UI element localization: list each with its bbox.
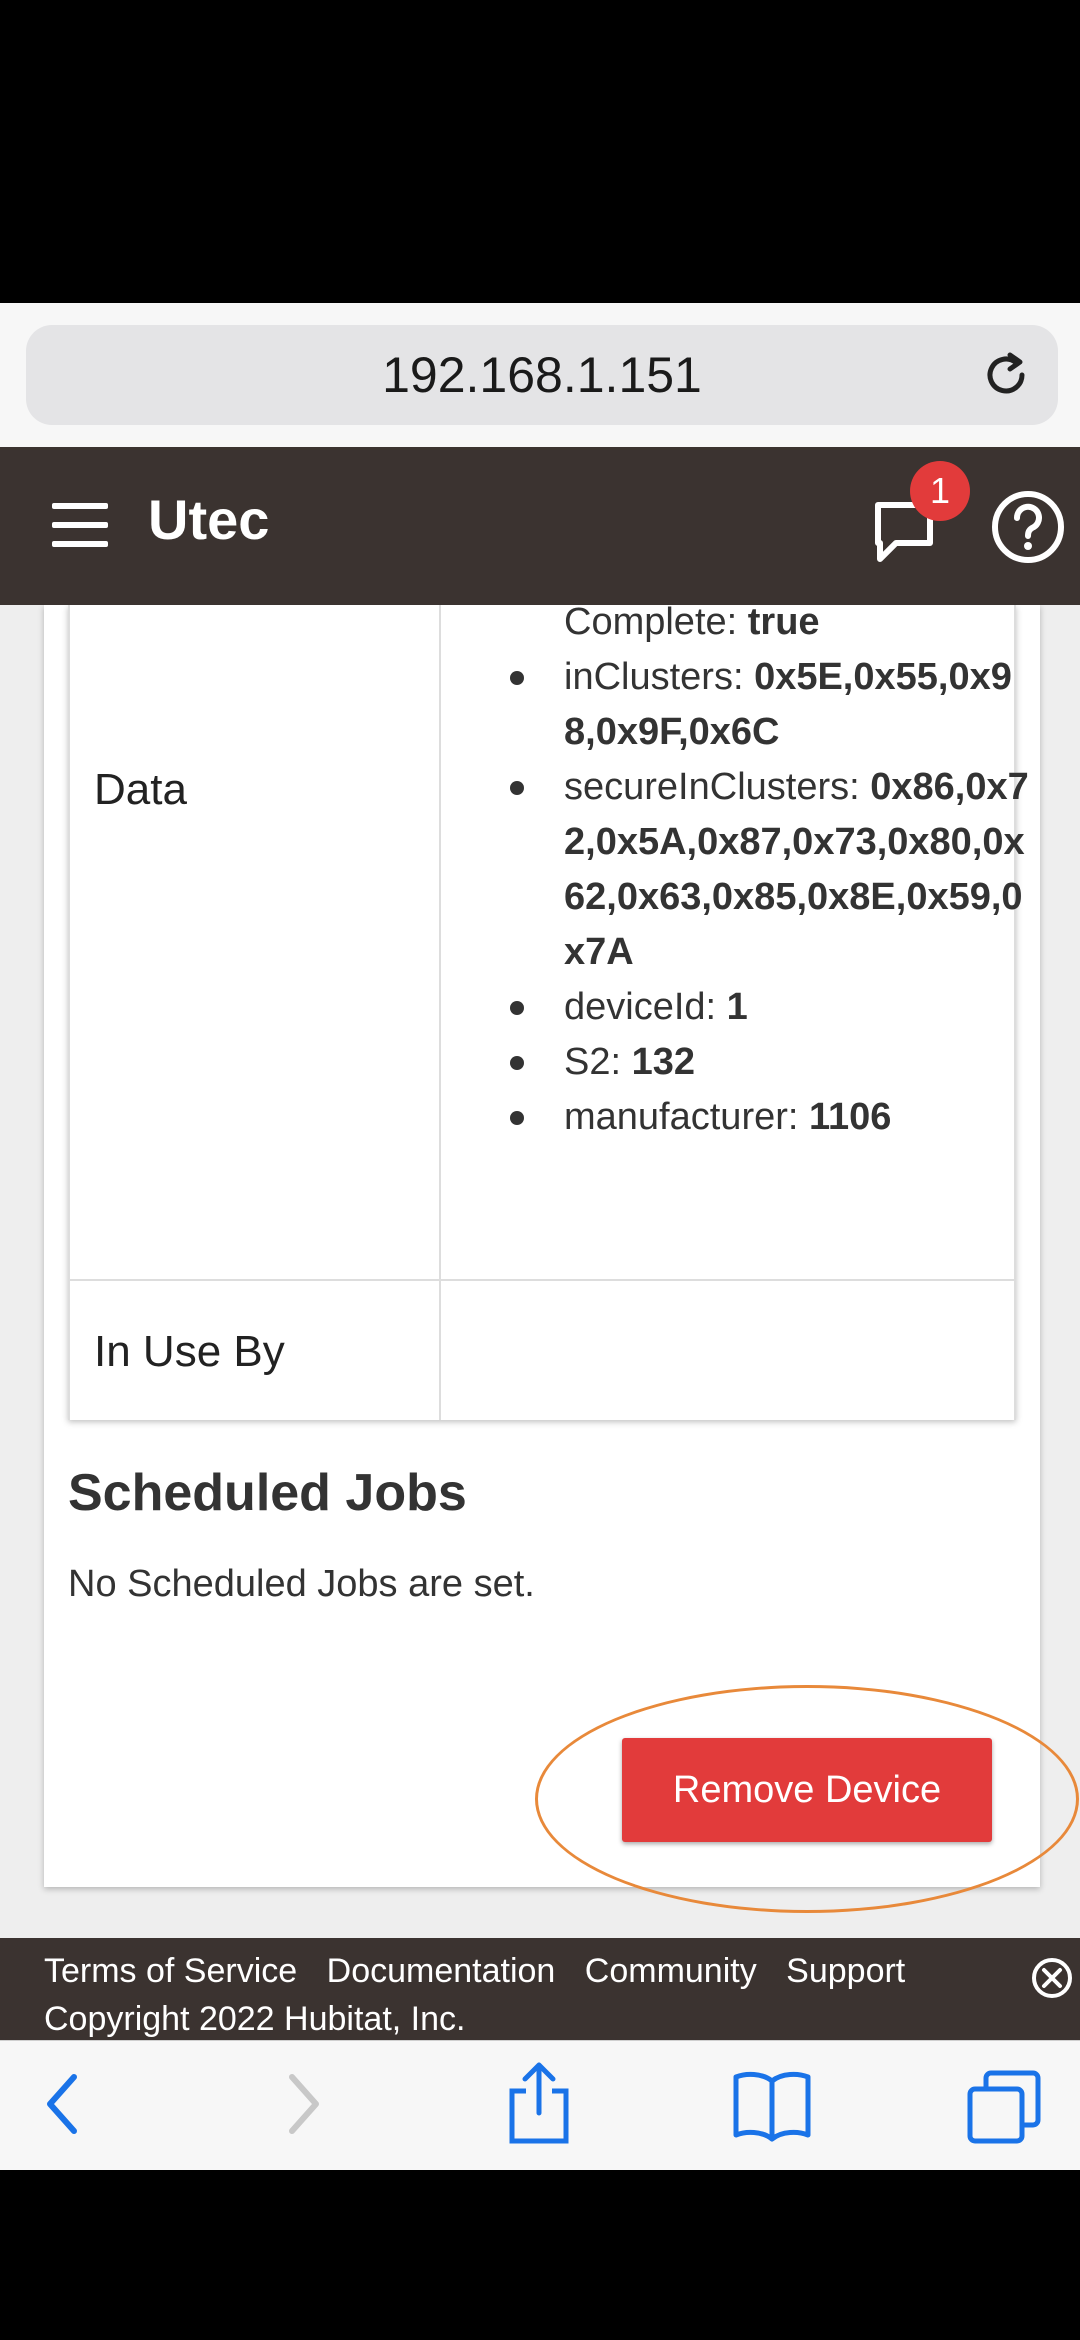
bullet-icon — [510, 1001, 524, 1015]
tabs-icon[interactable] — [966, 2069, 1042, 2145]
data-key: manufacturer: — [564, 1096, 809, 1138]
browser-toolbar — [0, 2040, 1080, 2170]
footer-link-support[interactable]: Support — [786, 1952, 905, 1990]
bullet-icon — [510, 1056, 524, 1070]
footer: Terms of Service Documentation Community… — [0, 1938, 1080, 2040]
data-key: inClusters: — [564, 656, 755, 698]
data-label: Data — [94, 765, 187, 814]
footer-link-terms[interactable]: Terms of Service — [44, 1952, 297, 1990]
data-list-item: inClusters: 0x5E,0x55,0x98,0x9F,0x6C — [510, 650, 1030, 760]
home-indicator-area — [0, 2170, 1080, 2340]
bullet-icon — [510, 781, 524, 795]
data-key: deviceId: — [564, 986, 727, 1028]
bullet-icon — [510, 671, 524, 685]
app-header: Utec 1 — [0, 447, 1080, 605]
table-row-in-use-by: In Use By — [68, 1281, 1016, 1420]
data-value: true — [747, 605, 820, 643]
data-value: 132 — [631, 1041, 696, 1083]
bullet-icon — [510, 1111, 524, 1125]
device-card: Data Complete: true inClusters: 0x5E,0x55… — [44, 605, 1040, 1887]
footer-link-community[interactable]: Community — [585, 1952, 757, 1990]
bookmarks-icon[interactable] — [732, 2069, 812, 2143]
forward-icon[interactable] — [282, 2069, 326, 2139]
share-icon[interactable] — [506, 2061, 572, 2145]
back-icon[interactable] — [40, 2069, 84, 2139]
scheduled-jobs-text: No Scheduled Jobs are set. — [68, 1563, 535, 1605]
scheduled-jobs-heading: Scheduled Jobs — [68, 1464, 467, 1522]
url-field[interactable]: 192.168.1.151 — [26, 325, 1058, 425]
data-list-item: manufacturer: 1106 — [510, 1090, 1030, 1145]
copyright-text: Copyright 2022 Hubitat, Inc. — [44, 2000, 466, 2038]
help-icon[interactable] — [990, 489, 1066, 565]
status-area — [0, 0, 1080, 303]
close-icon[interactable] — [1030, 1956, 1074, 2000]
data-list: Complete: true inClusters: 0x5E,0x55,0x98… — [510, 605, 1030, 1145]
footer-links: Terms of Service Documentation Community… — [44, 1952, 925, 1991]
data-list-item: Complete: true — [510, 605, 1030, 650]
remove-device-button[interactable]: Remove Device — [622, 1738, 992, 1842]
device-details-table: Data Complete: true inClusters: 0x5E,0x55… — [68, 605, 1029, 1420]
menu-icon[interactable] — [52, 503, 108, 547]
data-key: S2: — [564, 1041, 632, 1083]
data-value: 1106 — [809, 1096, 892, 1138]
data-key: Complete: — [564, 605, 748, 643]
table-row-data: Data Complete: true inClusters: 0x5E,0x55… — [68, 605, 1029, 1281]
reload-icon[interactable] — [976, 345, 1036, 405]
in-use-by-label: In Use By — [94, 1327, 285, 1376]
data-list-item: S2: 132 — [510, 1035, 1030, 1090]
url-text: 192.168.1.151 — [382, 347, 702, 403]
page-title: Utec — [148, 488, 270, 551]
main-content: Data Complete: true inClusters: 0x5E,0x55… — [0, 605, 1080, 1938]
data-list-item: deviceId: 1 — [510, 980, 1030, 1035]
notification-badge: 1 — [910, 461, 970, 521]
data-value: 1 — [726, 986, 748, 1028]
footer-link-documentation[interactable]: Documentation — [327, 1952, 556, 1990]
data-list-item: secureInClusters: 0x86,0x72,0x5A,0x87,0x… — [510, 760, 1030, 980]
browser-address-bar: 192.168.1.151 — [0, 303, 1080, 447]
data-key: secureInClusters: — [564, 766, 871, 808]
